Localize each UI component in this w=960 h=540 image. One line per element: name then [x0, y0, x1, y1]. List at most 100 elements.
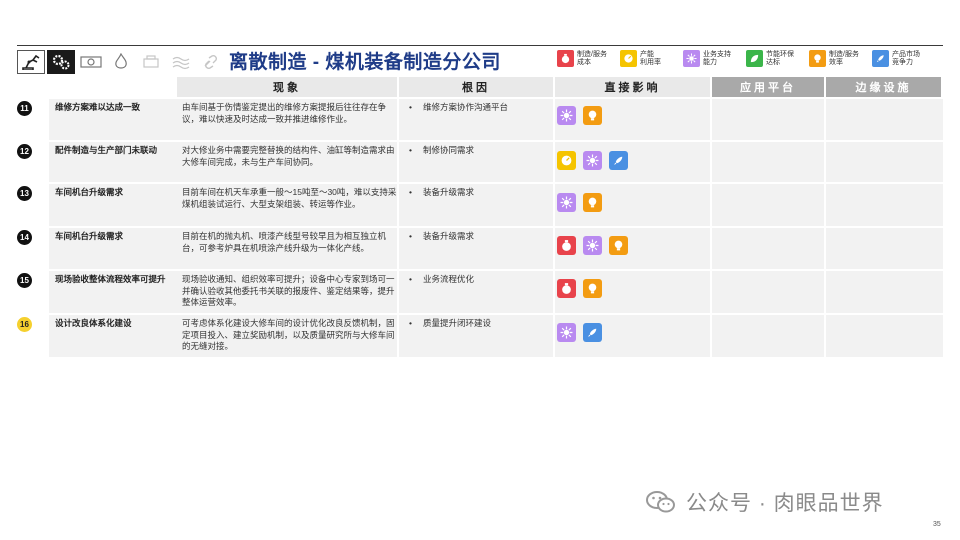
- bullet-dot: •: [409, 318, 412, 328]
- settings-burst-icon: [557, 106, 576, 125]
- phenomenon-text: 目前车间在机天车承重一般～15吨至～30吨，难以支持采煤机组装试运行、大型支架组…: [182, 187, 397, 209]
- root-cause: • 维修方案协作沟通平台: [409, 102, 549, 113]
- bullet-dot: •: [409, 274, 412, 284]
- root-cause-text: 装备升级需求: [423, 231, 475, 241]
- table-cell-bg: [712, 99, 824, 140]
- legend-item-business: 业务支持 能力: [683, 50, 739, 67]
- gears-icon[interactable]: [47, 49, 75, 74]
- issue-title: 设计改良体系化建设: [55, 318, 132, 328]
- impact-icons: [557, 193, 609, 212]
- row-number-badge: 14: [17, 230, 32, 245]
- machine-icon[interactable]: [77, 50, 105, 74]
- bullet-dot: •: [409, 231, 412, 241]
- table-cell-bg: [712, 271, 824, 313]
- bullet-dot: •: [409, 187, 412, 197]
- legend-item-capacity: 产能 利用率: [620, 50, 676, 67]
- row-number-badge: 12: [17, 144, 32, 159]
- table-cell-bg: [826, 184, 943, 226]
- impact-icons: [557, 236, 635, 255]
- row-number-badge: 15: [17, 273, 32, 288]
- issue-title: 现场验收整体流程效率可提升: [55, 274, 166, 284]
- legend-item-efficiency: 制造/服务 效率: [809, 50, 865, 67]
- phenomenon-text: 现场验收通知、组织效率可提升；设备中心专家到场可一并确认验收其他委托书关联的报废…: [182, 274, 395, 307]
- root-cause-text: 质量提升闭环建设: [423, 318, 492, 328]
- legend-item-green: 节能环保 达标: [746, 50, 802, 67]
- table-cell-bg: [826, 142, 943, 182]
- rocket-icon: [583, 323, 602, 342]
- robot-arm-icon[interactable]: [17, 49, 45, 74]
- issue-title: 车间机台升级需求: [55, 231, 124, 241]
- root-cause-text: 维修方案协作沟通平台: [423, 102, 509, 112]
- settings-burst-icon: [583, 151, 602, 170]
- rocket-icon: [872, 50, 889, 67]
- lightbulb-icon: [583, 106, 602, 125]
- row-number-badge: 16: [17, 317, 32, 332]
- watermark-text: 公众号 · 肉眼品世界: [686, 492, 884, 515]
- root-cause: • 装备升级需求: [409, 187, 549, 198]
- lightbulb-icon: [583, 279, 602, 298]
- table-cell-bg: [826, 228, 943, 269]
- phenomenon-text: 对大修业务中需要完整替换的结构件、油缸等制造需求由大修车间完成，未与生产车间协同…: [182, 145, 395, 167]
- wechat-icon: [646, 491, 675, 513]
- impact-icons: [557, 106, 609, 125]
- table-cell-bg: [712, 184, 824, 226]
- root-cause-text: 装备升级需求: [423, 187, 475, 197]
- money-bag-icon: [557, 50, 574, 67]
- printer-icon[interactable]: [137, 50, 165, 74]
- settings-burst-icon: [557, 193, 576, 212]
- col-header-platform: 应用平台: [712, 77, 824, 97]
- lightbulb-icon: [809, 50, 826, 67]
- root-cause: • 业务流程优化: [409, 274, 549, 285]
- page-title: 离散制造 - 煤机装备制造分公司: [229, 52, 501, 73]
- category-icon-strip: [17, 48, 227, 75]
- issue-title: 配件制造与生产部门未联动: [55, 145, 158, 155]
- table-row: 16 设计改良体系化建设 可考虑体系化建设大修车间的设计优化改良反馈机制，固定项目投…: [17, 315, 943, 357]
- row-number-badge: 13: [17, 186, 32, 201]
- gauge-icon: [557, 151, 576, 170]
- fire-icon[interactable]: [107, 50, 135, 74]
- table-cell-bg: [712, 142, 824, 182]
- col-header-impact: 直接影响: [555, 77, 710, 97]
- leaf-icon: [746, 50, 763, 67]
- table-row: 13 车间机台升级需求 目前车间在机天车承重一般～15吨至～30吨，难以支持采煤机组…: [17, 184, 943, 226]
- table-row: 12 配件制造与生产部门未联动 对大修业务中需要完整替换的结构件、油缸等制造需求由大…: [17, 142, 943, 182]
- impact-icons: [557, 279, 609, 298]
- table-row: 15 现场验收整体流程效率可提升 现场验收通知、组织效率可提升；设备中心专家到场可一…: [17, 271, 943, 313]
- issue-title: 维修方案难以达成一致: [55, 102, 141, 112]
- phenomenon-text: 由车间基于伤情鉴定提出的维修方案提报后往往存在争议，难以快速及时达成一致并推进维…: [182, 102, 387, 124]
- impact-legend: 制造/服务 成本 产能 利用率 业务支持 能力 节能环保 达标 制造/服务 效率…: [557, 50, 935, 67]
- lightbulb-icon: [583, 193, 602, 212]
- phenomenon-text: 可考虑体系化建设大修车间的设计优化改良反馈机制，固定项目投入、建立奖励机制，以及…: [182, 318, 395, 351]
- settings-burst-icon: [583, 236, 602, 255]
- page-number: 35: [933, 521, 941, 528]
- impact-icons: [557, 323, 609, 342]
- slide-header: 离散制造 - 煤机装备制造分公司 制造/服务 成本 产能 利用率 业务支持 能力: [17, 46, 943, 76]
- table-cell-bg: [712, 228, 824, 269]
- table-cell-bg: [826, 271, 943, 313]
- chain-icon[interactable]: [197, 50, 225, 74]
- lightbulb-icon: [609, 236, 628, 255]
- root-cause-text: 制修协同需求: [423, 145, 475, 155]
- impact-icons: [557, 151, 635, 170]
- settings-burst-icon: [557, 323, 576, 342]
- col-header-cause: 根因: [399, 77, 553, 97]
- phenomenon-text: 目前在机的抛丸机、喷漆产线型号较早且为相互独立机台，可参考炉具在机喷涂产线升级为…: [182, 231, 387, 253]
- root-cause: • 装备升级需求: [409, 231, 549, 242]
- bullet-dot: •: [409, 145, 412, 155]
- table-cell-bg: [712, 315, 824, 357]
- slide-page: 离散制造 - 煤机装备制造分公司 制造/服务 成本 产能 利用率 业务支持 能力: [0, 0, 960, 540]
- table-cell-bg: [826, 99, 943, 140]
- root-cause: • 制修协同需求: [409, 145, 549, 156]
- bullet-dot: •: [409, 102, 412, 112]
- settings-burst-icon: [683, 50, 700, 67]
- money-bag-icon: [557, 279, 576, 298]
- table-cell-bg: [826, 315, 943, 357]
- col-header-edge: 边缘设施: [826, 77, 941, 97]
- waves-icon[interactable]: [167, 50, 195, 74]
- root-cause: • 质量提升闭环建设: [409, 318, 549, 329]
- row-number-badge: 11: [17, 101, 32, 116]
- table-row: 11 维修方案难以达成一致 由车间基于伤情鉴定提出的维修方案提报后往往存在争议，难以…: [17, 99, 943, 140]
- legend-item-market: 产品市场 竞争力: [872, 50, 928, 67]
- rocket-icon: [609, 151, 628, 170]
- issue-title: 车间机台升级需求: [55, 187, 124, 197]
